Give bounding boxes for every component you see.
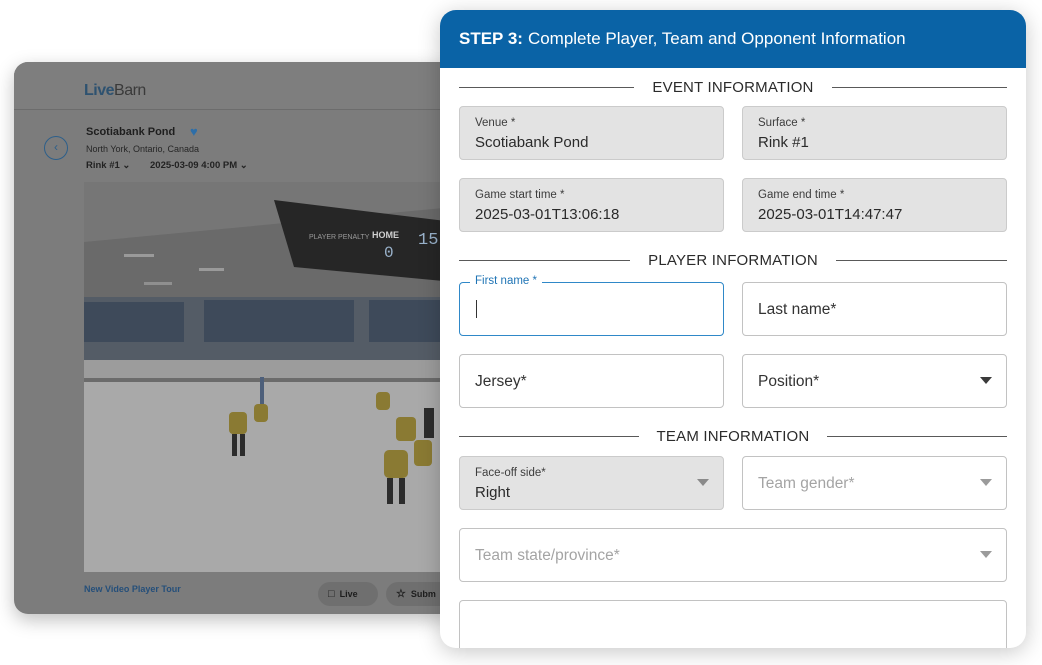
player-section-title: PLAYER INFORMATION	[648, 251, 818, 269]
jersey-field[interactable]: Jersey*	[459, 354, 724, 408]
jersey-placeholder: Jersey*	[475, 373, 527, 390]
heart-icon[interactable]: ♥	[190, 124, 198, 139]
game-start-time-label: Game start time *	[475, 189, 565, 201]
venue-field-label: Venue *	[475, 117, 516, 129]
modal-body: EVENT INFORMATION Venue * Scotiabank Pon…	[440, 68, 1026, 648]
video-player-page: LiveBarn ‹ Scotiabank Pond ♥ North York,…	[14, 62, 454, 614]
surface-field-value: Rink #1	[758, 134, 809, 151]
live-button[interactable]: □ Live	[318, 582, 378, 606]
first-name-field[interactable]: First name *	[459, 275, 724, 336]
livebarn-logo[interactable]: LiveBarn	[84, 82, 146, 100]
live-button-label: Live	[339, 589, 358, 599]
team-state-placeholder: Team state/province*	[475, 547, 620, 564]
dropdown-arrow-icon	[980, 479, 992, 486]
position-select[interactable]: Position*	[742, 354, 1007, 408]
team-gender-select[interactable]: Team gender*	[742, 456, 1007, 510]
modal-header: STEP 3: Complete Player, Team and Oppone…	[440, 10, 1026, 68]
event-section-divider: EVENT INFORMATION	[459, 68, 1007, 106]
team-state-province-select[interactable]: Team state/province*	[459, 528, 1007, 582]
last-name-field[interactable]: Last name*	[742, 282, 1007, 336]
divider-line	[459, 86, 635, 88]
submit-button-label: Subm	[410, 589, 436, 599]
top-bar	[14, 62, 454, 110]
divider-line	[831, 86, 1007, 88]
venue-field-value: Scotiabank Pond	[475, 134, 589, 151]
last-name-placeholder: Last name*	[758, 301, 837, 318]
team-section-divider: TEAM INFORMATION	[459, 416, 1008, 456]
video-player-tour-link[interactable]: New Video Player Tour	[84, 584, 181, 594]
faceoff-side-value: Right	[475, 484, 511, 501]
player-section-divider: PLAYER INFORMATION	[459, 240, 1008, 280]
surface-field[interactable]: Surface * Rink #1	[742, 106, 1007, 160]
first-name-label: First name *	[470, 275, 542, 287]
game-start-time-value: 2025-03-01T13:06:18	[475, 206, 620, 223]
divider-line	[827, 435, 1008, 437]
scoreboard-home-score: 0	[384, 244, 394, 262]
position-placeholder: Position*	[758, 373, 820, 390]
team-gender-placeholder: Team gender*	[758, 475, 855, 492]
date-selector[interactable]: 2025-03-09 4:00 PM ⌄	[150, 160, 248, 171]
next-field-partial[interactable]	[459, 600, 1007, 648]
scoreboard-home: HOME	[372, 230, 399, 240]
venue-name: Scotiabank Pond	[86, 126, 176, 138]
event-section-title: EVENT INFORMATION	[652, 78, 814, 96]
logo-text-barn: Barn	[114, 82, 146, 99]
modal-title: Complete Player, Team and Opponent Infor…	[527, 29, 906, 48]
divider-line	[459, 259, 631, 261]
divider-line	[459, 435, 639, 437]
rink-selector[interactable]: Rink #1 ⌄	[86, 160, 130, 171]
game-start-time-field[interactable]: Game start time * 2025-03-01T13:06:18	[459, 178, 724, 232]
text-cursor	[476, 300, 477, 318]
game-end-time-value: 2025-03-01T14:47:47	[758, 206, 903, 223]
chevron-left-icon: ‹	[54, 140, 58, 154]
venue-location: North York, Ontario, Canada	[86, 144, 200, 154]
team-section-title: TEAM INFORMATION	[656, 427, 810, 445]
faceoff-side-label: Face-off side*	[475, 467, 546, 479]
rink-video-frame: PLAYER PENALTY HOME 0 15:	[84, 182, 454, 572]
faceoff-side-select[interactable]: Face-off side* Right	[459, 456, 724, 510]
video-camera-icon: □	[328, 588, 335, 600]
star-icon: ☆	[396, 588, 406, 600]
back-button[interactable]: ‹	[44, 136, 68, 160]
dropdown-arrow-icon	[697, 479, 709, 486]
dropdown-arrow-icon	[980, 377, 992, 384]
game-end-time-label: Game end time *	[758, 189, 845, 201]
divider-line	[835, 259, 1008, 261]
logo-text-live: Live	[84, 82, 115, 99]
video-player[interactable]: PLAYER PENALTY HOME 0 15:	[84, 182, 454, 572]
step-3-modal: STEP 3: Complete Player, Team and Oppone…	[440, 10, 1026, 648]
surface-field-label: Surface *	[758, 117, 806, 129]
venue-field[interactable]: Venue * Scotiabank Pond	[459, 106, 724, 160]
step-number: STEP 3:	[459, 29, 523, 48]
dropdown-arrow-icon	[980, 551, 992, 558]
game-end-time-field[interactable]: Game end time * 2025-03-01T14:47:47	[742, 178, 1007, 232]
scoreboard-penalty: PLAYER PENALTY	[309, 234, 370, 241]
screenshot-stage: LiveBarn ‹ Scotiabank Pond ♥ North York,…	[0, 0, 1042, 665]
